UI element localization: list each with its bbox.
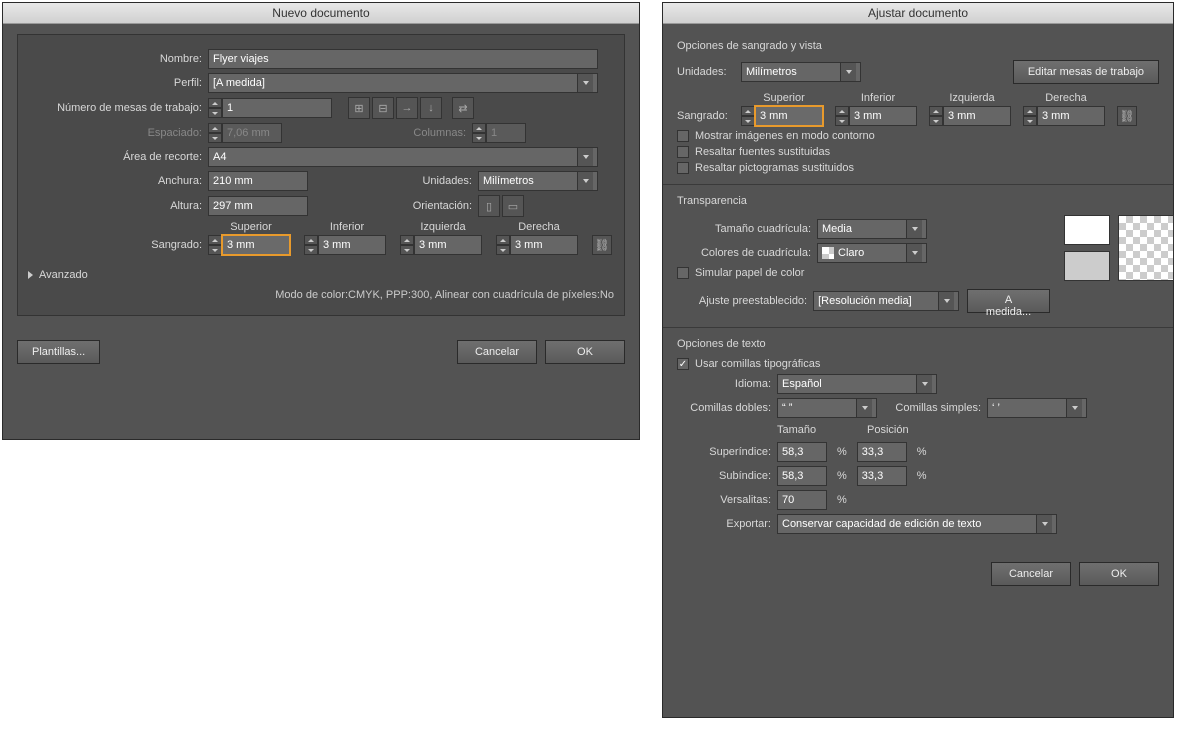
spacing-label: Espaciado: xyxy=(28,127,208,139)
arrange-ltr-icon[interactable]: ⇄ xyxy=(452,97,474,119)
size-header: Tamaño xyxy=(777,424,837,436)
bleed-label: Sangrado: xyxy=(677,110,741,126)
grid-color-select[interactable]: Claro xyxy=(817,243,927,263)
transparency-preview xyxy=(1118,215,1174,281)
bleed-left-header: Izquierda xyxy=(929,92,1015,104)
units-select[interactable]: Milímetros xyxy=(741,62,861,82)
artboards-stepper[interactable] xyxy=(208,98,332,118)
artboards-label: Número de mesas de trabajo: xyxy=(28,102,208,114)
custom-button[interactable]: A medida... xyxy=(967,289,1050,313)
bleed-left-header: Izquierda xyxy=(400,221,486,233)
columns-stepper xyxy=(472,123,526,143)
superscript-pos-input[interactable] xyxy=(857,442,907,462)
double-quotes-select[interactable]: “ ” xyxy=(777,398,877,418)
export-select[interactable]: Conservar capacidad de edición de texto xyxy=(777,514,1057,534)
link-bleed-icon[interactable]: ⛓ xyxy=(592,235,612,255)
arrange-down-icon[interactable]: ↓ xyxy=(420,97,442,119)
bleed-bottom-stepper[interactable] xyxy=(835,106,921,126)
edit-artboards-button[interactable]: Editar mesas de trabajo xyxy=(1013,60,1159,84)
grid-by-col-icon[interactable]: ⊟ xyxy=(372,97,394,119)
simulate-paper-checkbox[interactable]: Simular papel de color xyxy=(677,267,1050,279)
transparency-section-title: Transparencia xyxy=(677,195,1159,207)
units-label: Unidades: xyxy=(677,66,741,78)
bleed-right-stepper[interactable] xyxy=(496,235,582,255)
new-document-dialog: Nuevo documento Nombre: Perfil: [A medid… xyxy=(2,2,640,440)
adjust-document-titlebar: Ajustar documento xyxy=(663,3,1173,24)
orientation-landscape-icon[interactable]: ▭ xyxy=(502,195,524,217)
advanced-disclosure[interactable]: Avanzado xyxy=(28,269,88,281)
bleed-left-stepper[interactable] xyxy=(400,235,486,255)
grid-color-label: Colores de cuadrícula: xyxy=(677,247,817,259)
profile-label: Perfil: xyxy=(28,77,208,89)
grid-size-label: Tamaño cuadrícula: xyxy=(677,223,817,235)
width-input[interactable] xyxy=(208,171,308,191)
highlight-fonts-checkbox[interactable]: Resaltar fuentes sustituidas xyxy=(677,146,1159,158)
outline-images-checkbox[interactable]: Mostrar imágenes en modo contorno xyxy=(677,130,1159,142)
subscript-pos-input[interactable] xyxy=(857,466,907,486)
units-label: Unidades: xyxy=(308,175,478,187)
smallcaps-label: Versalitas: xyxy=(677,494,777,506)
superscript-size-input[interactable] xyxy=(777,442,827,462)
single-quotes-label: Comillas simples: xyxy=(877,402,987,414)
position-header: Posición xyxy=(867,424,927,436)
bleed-top-stepper[interactable] xyxy=(208,235,294,255)
bleed-right-stepper[interactable] xyxy=(1023,106,1109,126)
crop-area-label: Área de recorte: xyxy=(28,151,208,163)
new-document-titlebar: Nuevo documento xyxy=(3,3,639,24)
bleed-right-header: Derecha xyxy=(1023,92,1109,104)
cancel-button[interactable]: Cancelar xyxy=(991,562,1071,586)
name-label: Nombre: xyxy=(28,53,208,65)
profile-select[interactable]: [A medida] xyxy=(208,73,598,93)
double-quotes-label: Comillas dobles: xyxy=(677,402,777,414)
preset-select[interactable]: [Resolución media] xyxy=(813,291,959,311)
language-select[interactable]: Español xyxy=(777,374,937,394)
ok-button[interactable]: OK xyxy=(545,340,625,364)
bleed-left-stepper[interactable] xyxy=(929,106,1015,126)
ok-button[interactable]: OK xyxy=(1079,562,1159,586)
bleed-bottom-stepper[interactable] xyxy=(304,235,390,255)
bleed-section-title: Opciones de sangrado y vista xyxy=(677,40,1159,52)
preset-label: Ajuste preestablecido: xyxy=(677,295,813,307)
name-input[interactable] xyxy=(208,49,598,69)
superscript-label: Superíndice: xyxy=(677,446,777,458)
spacing-stepper xyxy=(208,123,282,143)
text-section-title: Opciones de texto xyxy=(677,338,1159,350)
subscript-size-input[interactable] xyxy=(777,466,827,486)
single-quotes-select[interactable]: ‘ ’ xyxy=(987,398,1087,418)
crop-area-select[interactable]: A4 xyxy=(208,147,598,167)
width-label: Anchura: xyxy=(28,175,208,187)
bleed-right-header: Derecha xyxy=(496,221,582,233)
bleed-label: Sangrado: xyxy=(28,239,208,255)
orientation-label: Orientación: xyxy=(308,200,478,212)
bleed-top-stepper[interactable] xyxy=(741,106,827,126)
grid-by-row-icon[interactable]: ⊞ xyxy=(348,97,370,119)
language-label: Idioma: xyxy=(677,378,777,390)
smallcaps-input[interactable] xyxy=(777,490,827,510)
swatch-gray[interactable] xyxy=(1064,251,1110,281)
arrange-right-icon[interactable]: → xyxy=(396,97,418,119)
link-bleed-icon[interactable]: ⛓ xyxy=(1117,106,1137,126)
height-input[interactable] xyxy=(208,196,308,216)
highlight-glyphs-checkbox[interactable]: Resaltar pictogramas sustituidos xyxy=(677,162,1159,174)
export-label: Exportar: xyxy=(677,518,777,530)
bleed-top-header: Superior xyxy=(208,221,294,233)
columns-label: Columnas: xyxy=(282,127,472,139)
swatch-white[interactable] xyxy=(1064,215,1110,245)
bleed-bottom-header: Inferior xyxy=(835,92,921,104)
units-select[interactable]: Milímetros xyxy=(478,171,598,191)
bleed-top-header: Superior xyxy=(741,92,827,104)
adjust-document-dialog: Ajustar documento Opciones de sangrado y… xyxy=(662,2,1174,718)
typographic-quotes-checkbox[interactable]: ✓Usar comillas tipográficas xyxy=(677,358,1159,370)
color-mode-info: Modo de color:CMYK, PPP:300, Alinear con… xyxy=(275,289,614,301)
orientation-portrait-icon[interactable]: ▯ xyxy=(478,195,500,217)
height-label: Altura: xyxy=(28,200,208,212)
cancel-button[interactable]: Cancelar xyxy=(457,340,537,364)
bleed-bottom-header: Inferior xyxy=(304,221,390,233)
grid-size-select[interactable]: Media xyxy=(817,219,927,239)
templates-button[interactable]: Plantillas... xyxy=(17,340,100,364)
subscript-label: Subíndice: xyxy=(677,470,777,482)
